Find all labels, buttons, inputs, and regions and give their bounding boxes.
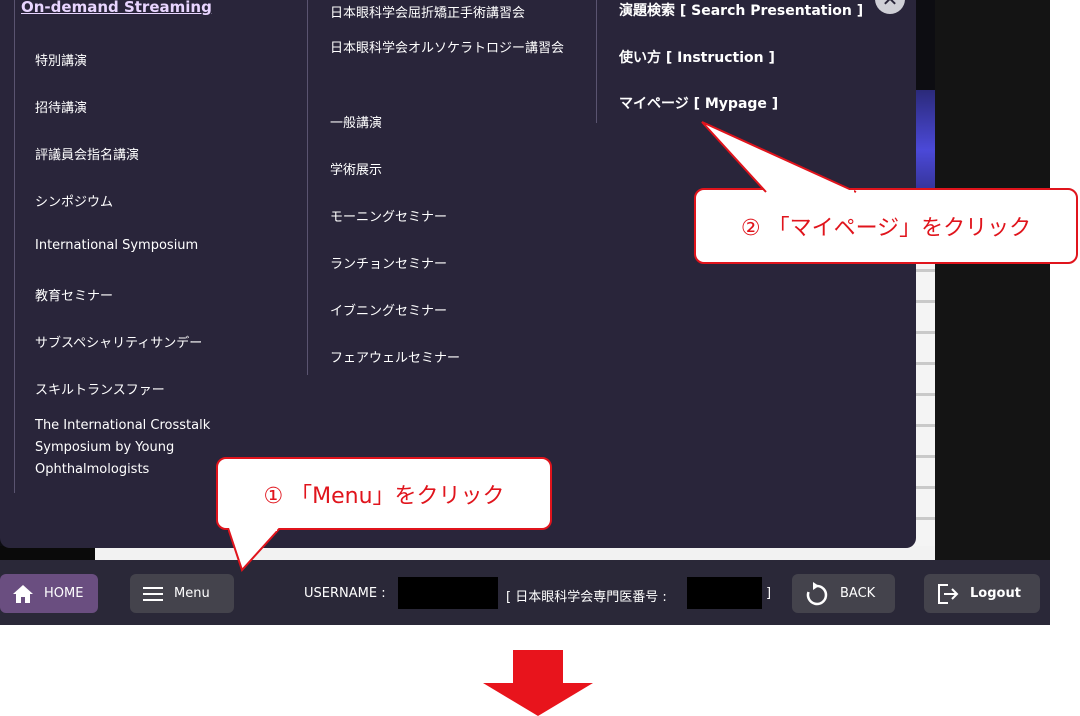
home-button[interactable]: HOME	[0, 574, 98, 613]
username-redacted	[398, 577, 498, 609]
callout-menu: ① 「Menu」をクリック	[216, 457, 552, 572]
home-label: HOME	[44, 586, 84, 601]
menu-item[interactable]: 評議員会指名講演	[35, 144, 139, 163]
menu-item[interactable]: 日本眼科学会屈折矯正手術講習会	[330, 2, 525, 21]
mypage-link[interactable]: マイページ [ Mypage ]	[619, 93, 778, 113]
menu-item[interactable]: 一般講演	[330, 112, 382, 131]
home-icon	[13, 584, 33, 603]
username-label: USERNAME :	[304, 586, 386, 601]
member-number-redacted	[687, 577, 762, 609]
menu-item[interactable]: International Symposium	[35, 238, 198, 253]
callout-pointer	[228, 528, 281, 572]
menu-item[interactable]: 特別講演	[35, 50, 87, 69]
menu-item[interactable]: モーニングセミナー	[330, 206, 447, 225]
menu-item[interactable]: The International Crosstalk Symposium by…	[35, 415, 235, 481]
logout-icon	[938, 583, 959, 604]
menu-item[interactable]: 招待講演	[35, 97, 87, 116]
back-icon	[806, 581, 828, 605]
callout-menu-text: ① 「Menu」をクリック	[263, 483, 505, 509]
search-presentation-link[interactable]: 演題検索 [ Search Presentation ]	[619, 0, 863, 20]
menu-label: Menu	[174, 586, 210, 601]
logout-button[interactable]: Logout	[924, 574, 1040, 613]
menu-item[interactable]: シンポジウム	[35, 191, 113, 210]
background-right	[935, 0, 1050, 560]
menu-item[interactable]: 教育セミナー	[35, 285, 113, 304]
menu-item[interactable]: サブスペシャリティサンデー	[35, 332, 202, 351]
logout-label: Logout	[970, 586, 1021, 601]
menu-item[interactable]: 日本眼科学会オルソケラトロジー講習会	[330, 38, 580, 60]
back-label: BACK	[840, 586, 876, 601]
menu-column-sessions: 日本眼科学会屈折矯正手術講習会 日本眼科学会オルソケラトロジー講習会 一般講演 …	[307, 0, 593, 375]
callout-mypage: ② 「マイページ」をクリック	[694, 121, 1078, 264]
background-strip	[0, 546, 95, 560]
menu-item[interactable]: 学術展示	[330, 159, 382, 178]
member-number-label: [ 日本眼科学会専門医番号 :	[506, 590, 667, 605]
background-strip-light	[95, 546, 935, 560]
app-screen: On-demand Streaming 特別講演 招待講演 評議員会指名講演 シ…	[0, 0, 1050, 625]
back-button[interactable]: BACK	[792, 574, 895, 613]
callout-pointer	[701, 121, 857, 193]
menu-item[interactable]: イブニングセミナー	[330, 300, 447, 319]
member-number-close: ]	[766, 586, 772, 601]
menu-column-tools: 演題検索 [ Search Presentation ] 使い方 [ Instr…	[596, 0, 897, 123]
hamburger-icon	[143, 586, 163, 601]
menu-column-streaming: On-demand Streaming 特別講演 招待講演 評議員会指名講演 シ…	[14, 0, 300, 493]
menu-item[interactable]: ランチョンセミナー	[330, 253, 447, 272]
instruction-link[interactable]: 使い方 [ Instruction ]	[619, 47, 775, 67]
callout-mypage-text: ② 「マイページ」をクリック	[740, 216, 1032, 241]
menu-button[interactable]: Menu	[130, 574, 234, 613]
on-demand-streaming-link[interactable]: On-demand Streaming	[21, 0, 212, 16]
down-arrow-icon	[483, 650, 593, 716]
menu-item[interactable]: フェアウェルセミナー	[330, 347, 460, 366]
bottom-toolbar: HOME Menu USERNAME : [ 日本眼科学会専門医番号 : ] B…	[0, 560, 1050, 625]
menu-item[interactable]: スキルトランスファー	[35, 379, 165, 398]
